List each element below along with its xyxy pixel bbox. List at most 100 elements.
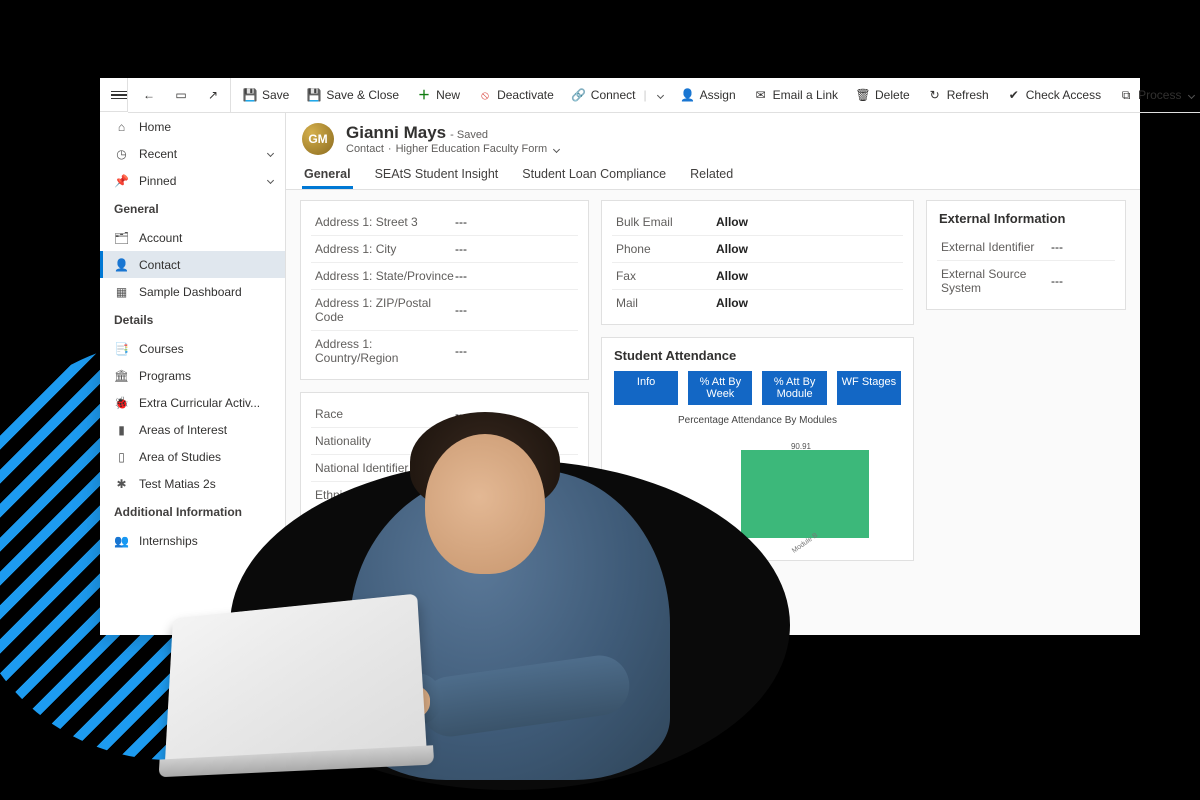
- process-button[interactable]: ⧉Process: [1111, 78, 1200, 112]
- field-label: Mail: [616, 296, 716, 310]
- field-value[interactable]: ---: [455, 344, 574, 358]
- email-link-button[interactable]: ✉Email a Link: [746, 78, 846, 112]
- trash-icon: 🗑: [856, 88, 870, 102]
- avatar: GM: [302, 123, 334, 155]
- field-value[interactable]: Allow: [716, 215, 899, 229]
- deactivate-button[interactable]: ⦸Deactivate: [470, 78, 562, 112]
- address-card: Address 1: Street 3---Address 1: City---…: [300, 200, 589, 380]
- field-value[interactable]: Allow: [716, 269, 899, 283]
- tab-related[interactable]: Related: [688, 159, 735, 189]
- sidebar-header-details: Details: [100, 305, 285, 335]
- field-row[interactable]: MailAllow: [612, 289, 903, 316]
- field-value[interactable]: Allow: [716, 296, 899, 310]
- connect-icon: 🔗: [572, 88, 586, 102]
- sidebar-header-general: General: [100, 194, 285, 224]
- saved-tag: - Saved: [450, 129, 488, 141]
- chevron-down-icon: [553, 145, 560, 152]
- deactivate-icon: ⦸: [478, 88, 492, 102]
- check-access-button[interactable]: ✔Check Access: [999, 78, 1109, 112]
- delete-button[interactable]: 🗑Delete: [848, 78, 918, 112]
- process-icon: ⧉: [1119, 88, 1133, 102]
- activities-icon: 🐞: [114, 395, 129, 410]
- field-row[interactable]: External Source System---: [937, 260, 1115, 301]
- field-row[interactable]: Address 1: Country/Region---: [311, 330, 578, 371]
- contact-icon: 👤: [114, 257, 129, 272]
- att-btn-week[interactable]: % Att By Week: [688, 371, 752, 405]
- field-value[interactable]: ---: [455, 303, 574, 317]
- field-value[interactable]: ---: [1051, 240, 1111, 254]
- attendance-title: Student Attendance: [614, 348, 903, 363]
- sidebar-item-account[interactable]: 🗂Account: [100, 224, 285, 251]
- open-new-button[interactable]: ↗: [198, 78, 231, 112]
- assign-button[interactable]: 👤Assign: [673, 78, 744, 112]
- save-button[interactable]: 💾Save: [235, 78, 297, 112]
- field-row[interactable]: Address 1: ZIP/Postal Code---: [311, 289, 578, 330]
- courses-icon: 📑: [114, 341, 129, 356]
- clock-icon: ◷: [114, 146, 129, 161]
- field-value[interactable]: ---: [455, 269, 574, 283]
- sidebar-item-recent[interactable]: ◷Recent: [100, 140, 285, 167]
- field-label: Bulk Email: [616, 215, 716, 229]
- field-label: External Identifier: [941, 240, 1051, 254]
- assign-icon: 👤: [681, 88, 695, 102]
- field-label: Fax: [616, 269, 716, 283]
- form-tabs: General SEAtS Student Insight Student Lo…: [286, 155, 1140, 190]
- mail-icon: ✉: [754, 88, 768, 102]
- contact-pref-card: Bulk EmailAllowPhoneAllowFaxAllowMailAll…: [601, 200, 914, 325]
- att-btn-wf[interactable]: WF Stages: [837, 371, 901, 405]
- field-row[interactable]: Address 1: City---: [311, 235, 578, 262]
- sidebar-item-sample-dashboard[interactable]: ▦Sample Dashboard: [100, 278, 285, 305]
- record-name: Gianni Mays: [346, 123, 446, 142]
- sidebar-item-pinned[interactable]: 📌Pinned: [100, 167, 285, 194]
- field-label: Race: [315, 407, 455, 421]
- panel-button[interactable]: ▭: [166, 78, 196, 112]
- tab-general[interactable]: General: [302, 159, 353, 189]
- field-row[interactable]: PhoneAllow: [612, 235, 903, 262]
- plus-icon: ＋: [417, 88, 431, 102]
- field-label: Address 1: State/Province: [315, 269, 455, 283]
- field-row[interactable]: Address 1: Street 3---: [311, 209, 578, 235]
- hamburger-icon[interactable]: [111, 89, 127, 101]
- entity-name: Contact: [346, 143, 384, 155]
- connect-button[interactable]: 🔗Connect|: [564, 78, 671, 112]
- field-row[interactable]: Address 1: State/Province---: [311, 262, 578, 289]
- field-row[interactable]: Bulk EmailAllow: [612, 209, 903, 235]
- chevron-down-icon: [267, 150, 274, 157]
- field-label: Address 1: City: [315, 242, 455, 256]
- field-label: Address 1: Street 3: [315, 215, 455, 229]
- tab-loan-compliance[interactable]: Student Loan Compliance: [520, 159, 668, 189]
- field-row[interactable]: External Identifier---: [937, 234, 1115, 260]
- refresh-icon: ↻: [928, 88, 942, 102]
- chevron-down-icon: [1188, 91, 1195, 98]
- save-close-button[interactable]: 💾Save & Close: [299, 78, 407, 112]
- att-btn-module[interactable]: % Att By Module: [762, 371, 826, 405]
- external-title: External Information: [939, 211, 1115, 226]
- attendance-buttons: Info % Att By Week % Att By Module WF St…: [614, 371, 901, 405]
- form-name[interactable]: Higher Education Faculty Form: [396, 143, 548, 155]
- sidebar-item-home[interactable]: ⌂Home: [100, 113, 285, 140]
- sidebar-item-contact[interactable]: 👤Contact: [100, 251, 285, 278]
- chart-bar-2: [741, 450, 869, 538]
- command-bar: ← ▭ ↗ 💾Save 💾Save & Close ＋New ⦸Deactiva…: [128, 78, 1200, 113]
- external-info-card: External Information External Identifier…: [926, 200, 1126, 310]
- field-value[interactable]: Allow: [716, 242, 899, 256]
- att-btn-info[interactable]: Info: [614, 371, 678, 405]
- person-illustration: [120, 420, 680, 780]
- field-value[interactable]: ---: [455, 215, 574, 229]
- pin-icon: 📌: [114, 173, 129, 188]
- sidebar-item-extra-curricular[interactable]: 🐞Extra Curricular Activ...: [100, 389, 285, 416]
- field-row[interactable]: FaxAllow: [612, 262, 903, 289]
- tab-seats-insight[interactable]: SEAtS Student Insight: [373, 159, 501, 189]
- field-label: Address 1: ZIP/Postal Code: [315, 296, 455, 324]
- chart-bar-2-label: 90.91: [791, 442, 811, 451]
- field-value[interactable]: ---: [1051, 274, 1111, 288]
- new-button[interactable]: ＋New: [409, 78, 468, 112]
- back-button[interactable]: ←: [134, 78, 164, 112]
- field-label: External Source System: [941, 267, 1051, 295]
- sidebar-item-courses[interactable]: 📑Courses: [100, 335, 285, 362]
- refresh-button[interactable]: ↻Refresh: [920, 78, 997, 112]
- field-value[interactable]: ---: [455, 242, 574, 256]
- chevron-down-icon: [657, 91, 664, 98]
- dashboard-icon: ▦: [114, 284, 129, 299]
- sidebar-item-programs[interactable]: 🏛Programs: [100, 362, 285, 389]
